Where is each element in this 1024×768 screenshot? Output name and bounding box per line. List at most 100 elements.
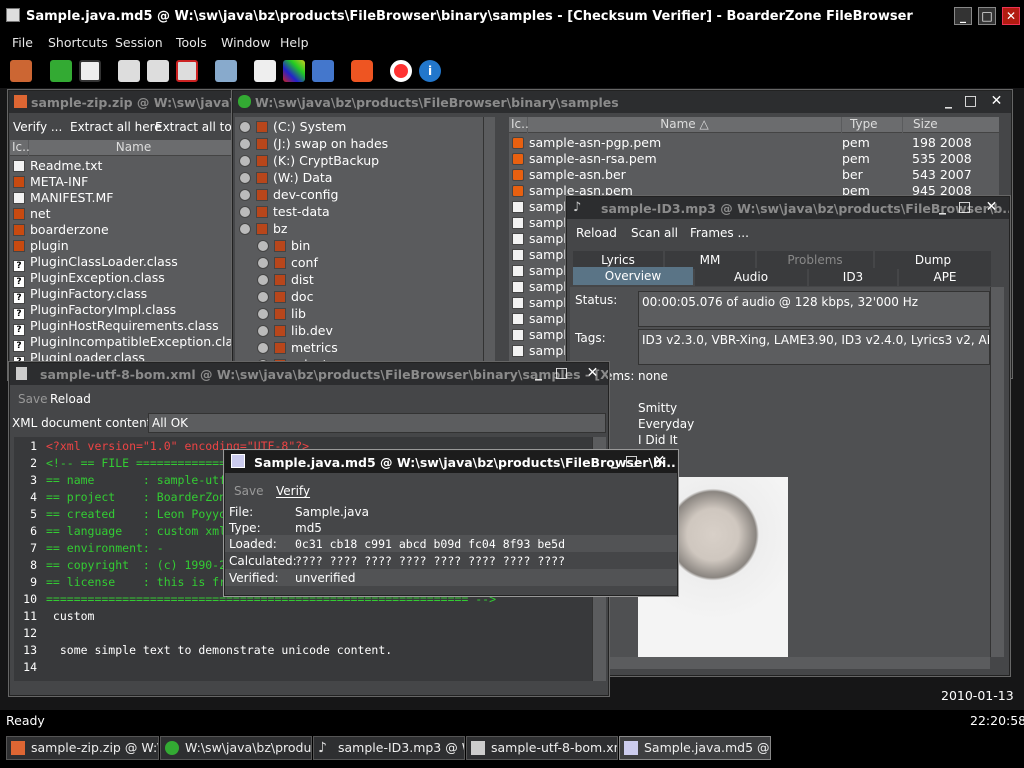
table-row[interactable]: sample-asn-rsa.pem pem 535 2008: [512, 151, 997, 167]
col-header-icon[interactable]: Ic...: [10, 140, 34, 156]
close-icon[interactable]: ✕: [988, 93, 1005, 110]
maximize-icon[interactable]: □: [962, 93, 979, 110]
table-row[interactable]: sampl: [512, 263, 567, 279]
minimize-icon[interactable]: _: [940, 93, 957, 110]
expand-icon[interactable]: [257, 291, 269, 303]
task-directory[interactable]: W:\sw\java\bz\product...: [160, 736, 312, 760]
task-id3[interactable]: ♪ sample-ID3.mp3 @ W:...: [313, 736, 465, 760]
zip-window[interactable]: sample-zip.zip @ W:\sw\java\bz\pr... Ver…: [8, 90, 247, 380]
tree-scrollbar[interactable]: [483, 117, 495, 379]
tab-problems[interactable]: Problems: [757, 251, 873, 269]
task-xml[interactable]: sample-utf-8-bom.xml...: [466, 736, 618, 760]
table-row[interactable]: sampl: [512, 311, 567, 327]
tree-node[interactable]: dist: [257, 272, 314, 288]
window-icon[interactable]: [79, 60, 101, 82]
close-icon[interactable]: ✕: [584, 365, 601, 382]
tab-id3[interactable]: ID3: [809, 268, 897, 286]
table-row[interactable]: sample-asn.ber ber 543 2007: [512, 167, 997, 183]
expand-icon[interactable]: [239, 223, 251, 235]
col-header-name[interactable]: Name: [29, 140, 238, 156]
close-icon[interactable]: ✕: [651, 453, 668, 470]
list-item[interactable]: ? PluginIncompatibleException.class: [13, 334, 238, 352]
cascade-icon[interactable]: [147, 60, 169, 82]
arrange-icon[interactable]: [176, 60, 198, 82]
table-row[interactable]: sampl: [512, 343, 567, 359]
tab-audio[interactable]: Audio: [695, 268, 807, 286]
tree-node[interactable]: lib.dev: [257, 323, 333, 339]
table-row[interactable]: sampl: [512, 247, 567, 263]
menu-window[interactable]: Window: [221, 35, 270, 50]
tree-node[interactable]: (C:) System: [239, 119, 346, 135]
list-item[interactable]: MANIFEST.MF: [13, 190, 114, 206]
minimize-icon[interactable]: _: [606, 453, 623, 470]
tree-node[interactable]: test-data: [239, 204, 330, 220]
list-item[interactable]: ? PluginFactory.class: [13, 286, 147, 304]
tree-node[interactable]: dev-config: [239, 187, 338, 203]
expand-icon[interactable]: [257, 325, 269, 337]
expand-icon[interactable]: [239, 138, 251, 150]
expand-icon[interactable]: [257, 342, 269, 354]
table-row[interactable]: sampl: [512, 327, 567, 343]
list-item[interactable]: META-INF: [13, 174, 88, 190]
minimize-icon[interactable]: _: [530, 365, 547, 382]
extract-here-button[interactable]: Extract all here: [70, 120, 162, 134]
task-zip[interactable]: sample-zip.zip @ W:\s...: [6, 736, 159, 760]
tree-node[interactable]: (K:) CryptBackup: [239, 153, 379, 169]
list-item[interactable]: ? PluginHostRequirements.class: [13, 318, 219, 336]
task-md5[interactable]: Sample.java.md5 @ ...: [619, 736, 771, 760]
expand-icon[interactable]: [239, 172, 251, 184]
verify-button[interactable]: Verify: [276, 484, 310, 498]
reload-button[interactable]: Reload: [50, 392, 91, 406]
list-item[interactable]: boarderzone: [13, 222, 109, 238]
expand-icon[interactable]: [239, 206, 251, 218]
tree-node[interactable]: bz: [239, 221, 288, 237]
table-row[interactable]: sampl: [512, 231, 567, 247]
xml-window-title[interactable]: sample-utf-8-bom.xml @ W:\sw\java\bz\pro…: [10, 363, 608, 385]
app-title-bar[interactable]: Sample.java.md5 @ W:\sw\java\bz\products…: [0, 0, 1024, 32]
menu-help[interactable]: Help: [280, 35, 309, 50]
expand-icon[interactable]: [239, 155, 251, 167]
tile-icon[interactable]: [118, 60, 140, 82]
menu-session[interactable]: Session: [115, 35, 163, 50]
tree-node[interactable]: lib: [257, 306, 306, 322]
frames-button[interactable]: Frames ...: [690, 226, 749, 240]
col-header-type[interactable]: Type: [842, 117, 902, 133]
maximize-icon[interactable]: □: [553, 365, 570, 382]
tree-node[interactable]: doc: [257, 289, 313, 305]
table-row[interactable]: sampl: [512, 215, 567, 231]
tree-icon[interactable]: [50, 60, 72, 82]
expand-icon[interactable]: [257, 257, 269, 269]
reload-button[interactable]: Reload: [576, 226, 617, 240]
list-item[interactable]: Readme.txt: [13, 158, 102, 174]
tree-node[interactable]: conf: [257, 255, 318, 271]
md5-window[interactable]: Sample.java.md5 @ W:\sw\java\bz\products…: [224, 450, 678, 596]
tree-node[interactable]: metrics: [257, 340, 338, 356]
zip-window-title[interactable]: sample-zip.zip @ W:\sw\java\bz\pr...: [9, 91, 237, 113]
verify-button[interactable]: Verify ...: [13, 120, 62, 134]
hscrollbar[interactable]: [570, 657, 990, 669]
tab-overview[interactable]: Overview: [573, 267, 693, 285]
col-header-name[interactable]: Name △: [528, 117, 841, 133]
overview-scrollbar[interactable]: [990, 287, 1004, 657]
expand-icon[interactable]: [239, 189, 251, 201]
id3-window-title[interactable]: ♪ sample-ID3.mp3 @ W:\sw\java\bz\product…: [567, 197, 1009, 219]
expand-icon[interactable]: [257, 240, 269, 252]
tree-node[interactable]: (J:) swap on hades: [239, 136, 388, 152]
tab-ape[interactable]: APE: [899, 268, 991, 286]
list-item[interactable]: ? PluginClassLoader.class: [13, 254, 178, 272]
table-row[interactable]: sample-asn-pgp.pem pem 198 2008: [512, 135, 997, 151]
tree-node[interactable]: bin: [257, 238, 310, 254]
power-icon[interactable]: [351, 60, 373, 82]
expand-icon[interactable]: [239, 121, 251, 133]
lifebuoy-icon[interactable]: [390, 60, 412, 82]
exit-icon[interactable]: [10, 60, 32, 82]
tab-dump[interactable]: Dump: [875, 251, 991, 269]
list-item[interactable]: ? PluginFactoryImpl.class: [13, 302, 176, 320]
expand-icon[interactable]: [257, 308, 269, 320]
checklist-icon[interactable]: [254, 60, 276, 82]
md5-window-title[interactable]: Sample.java.md5 @ W:\sw\java\bz\products…: [225, 451, 677, 473]
home-icon[interactable]: [312, 60, 334, 82]
col-header-size[interactable]: Size: [903, 117, 999, 133]
menu-shortcuts[interactable]: Shortcuts: [48, 35, 108, 50]
expand-icon[interactable]: [257, 274, 269, 286]
